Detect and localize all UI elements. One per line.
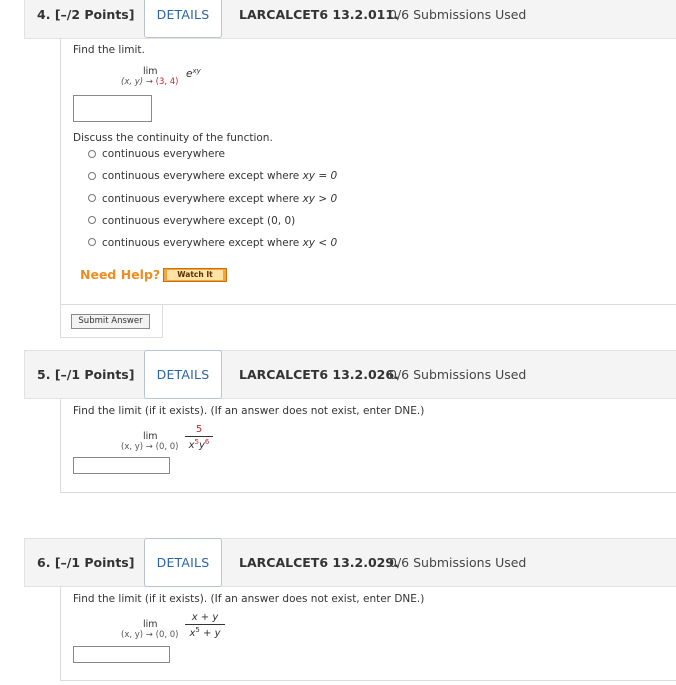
limit-fraction: x + y x5 + y [185,612,225,639]
answer-input[interactable] [73,457,170,474]
watch-it-button[interactable]: Watch It [163,268,227,282]
details-button[interactable]: DETAILS [144,538,222,587]
question-number: 5. [–/1 Points] [37,367,135,382]
question-prompt: Find the limit. [73,44,145,56]
option-label: continuous everywhere except where xy > … [102,193,338,205]
question-number: 6. [–/1 Points] [37,555,135,570]
submissions-used: 0/6 Submissions Used [389,7,527,22]
details-button[interactable]: DETAILS [144,0,222,38]
question-4-header: 4. [–/2 Points] DETAILS LARCALCET6 13.2.… [24,0,676,39]
lim-subscript: (x, y) → (0, 0) [121,442,179,452]
lim-subscript: (x, y) → (3, 4) [121,77,179,87]
numerator: x + y [185,612,225,625]
option-label: continuous everywhere except where xy = … [102,170,338,182]
radio-button[interactable] [88,194,96,202]
lim-subscript: (x, y) → (0, 0) [121,630,179,640]
submit-area: Submit Answer [60,305,163,338]
answer-input[interactable] [73,646,170,663]
submit-answer-button[interactable]: Submit Answer [71,314,150,329]
numerator: 5 [185,424,213,437]
submissions-used: 0/6 Submissions Used [389,555,527,570]
option-label: continuous everywhere [102,148,225,160]
question-6-header: 6. [–/1 Points] DETAILS LARCALCET6 13.2.… [24,538,676,587]
limit-expression: exy [186,67,201,80]
answer-input[interactable] [73,95,152,122]
radio-button[interactable] [88,238,96,246]
submissions-used: 0/6 Submissions Used [389,367,527,382]
question-4-body: Find the limit. lim (x, y) → (3, 4) exy … [60,38,676,305]
limit-fraction: 5 x5y6 [185,424,213,451]
problem-code: LARCALCET6 13.2.026. [239,367,399,382]
radio-button[interactable] [88,172,96,180]
problem-code: LARCALCET6 13.2.011. [239,7,399,22]
need-help-label: Need Help? [80,267,161,282]
lim-label: lim [143,66,158,77]
continuity-prompt: Discuss the continuity of the function. [73,132,273,144]
question-prompt: Find the limit (if it exists). (If an an… [73,405,425,417]
details-button[interactable]: DETAILS [144,350,222,399]
denominator: x5 + y [189,626,221,639]
denominator: x5y6 [188,438,210,451]
option-label: continuous everywhere except where xy < … [102,237,338,249]
radio-button[interactable] [88,216,96,224]
question-number: 4. [–/2 Points] [37,7,135,22]
question-5-header: 5. [–/1 Points] DETAILS LARCALCET6 13.2.… [24,350,676,399]
question-prompt: Find the limit (if it exists). (If an an… [73,593,425,605]
problem-code: LARCALCET6 13.2.029. [239,555,399,570]
question-6-body: Find the limit (if it exists). (If an an… [60,587,676,681]
lim-label: lim [143,619,158,630]
option-label: continuous everywhere except (0, 0) [102,215,296,227]
lim-label: lim [143,431,158,442]
question-5-body: Find the limit (if it exists). (If an an… [60,399,676,493]
radio-button[interactable] [88,150,96,158]
